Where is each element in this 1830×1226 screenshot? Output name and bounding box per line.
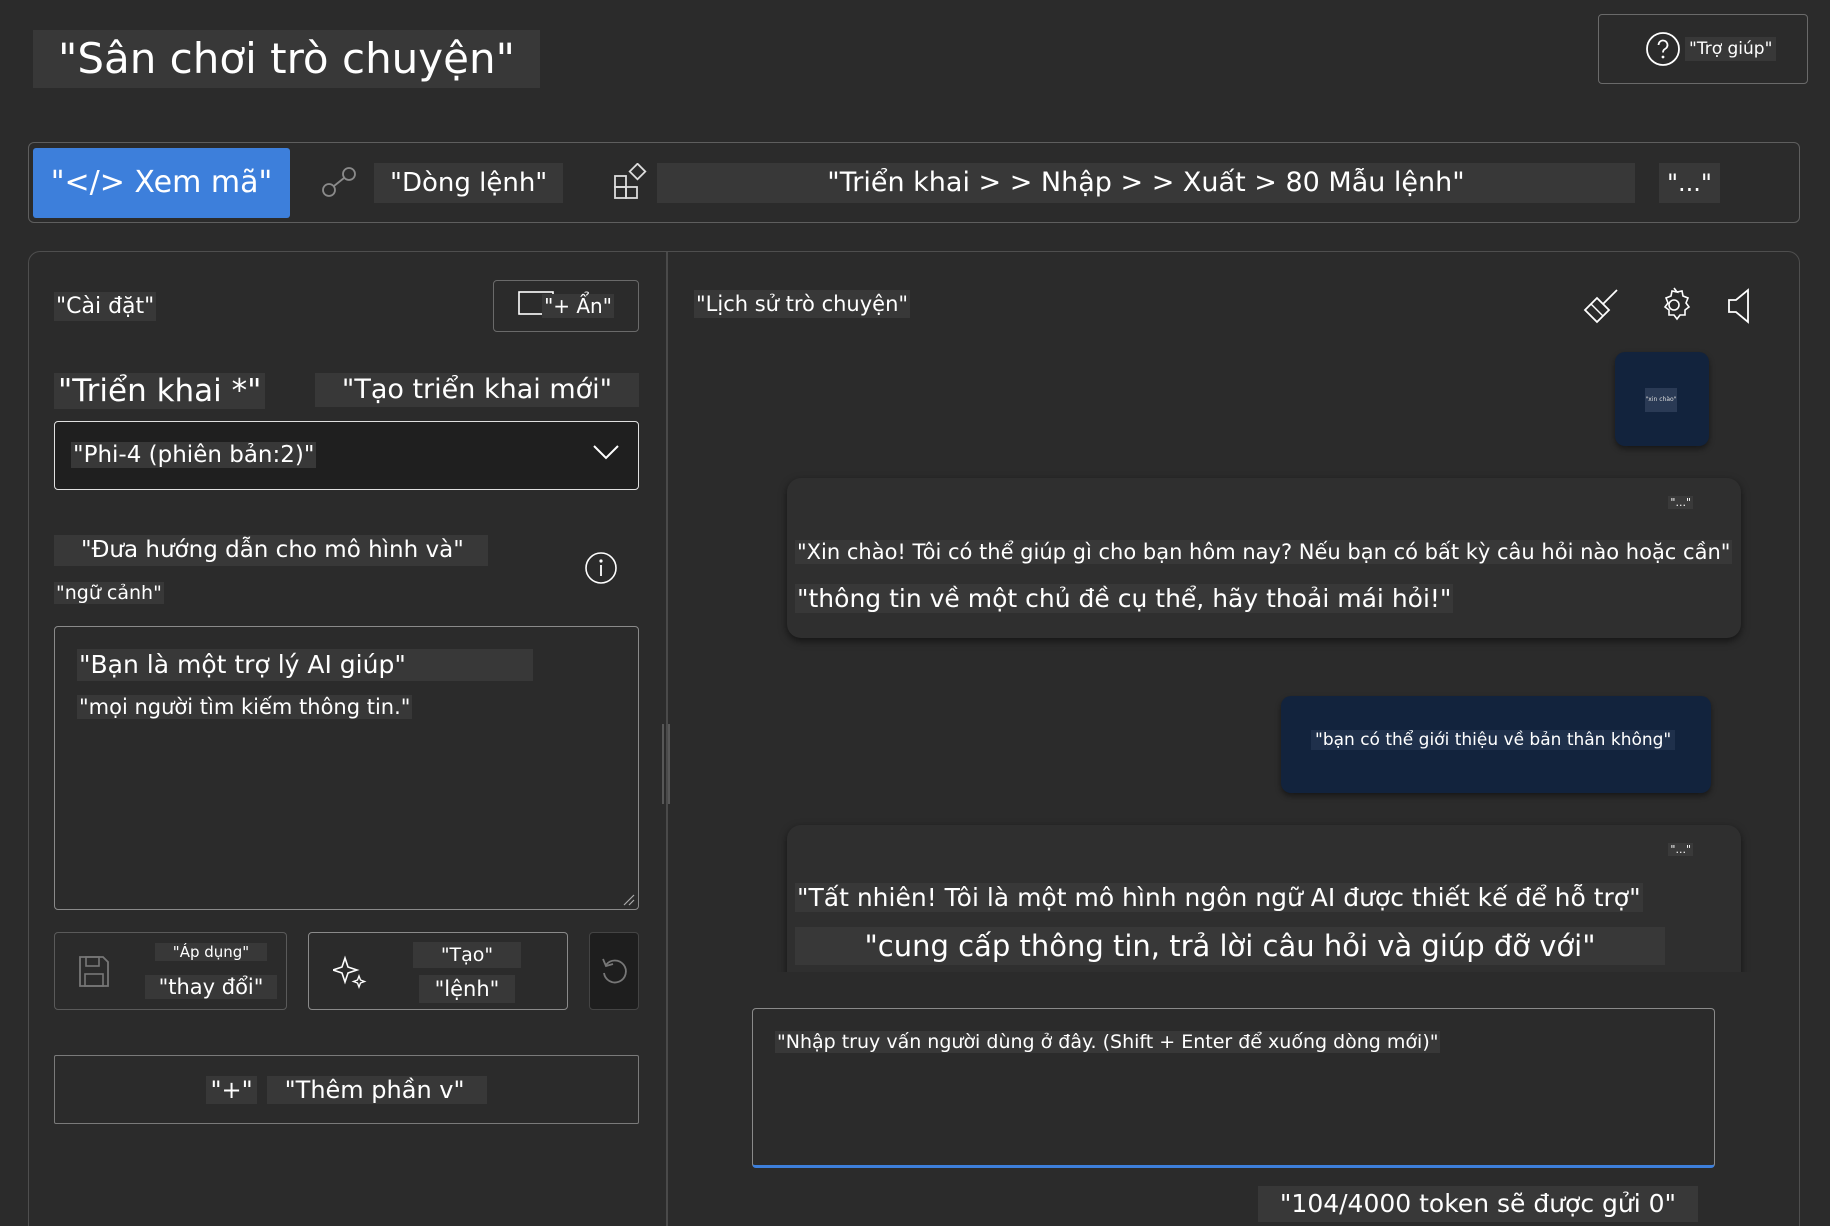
assistant-message: "..." "Tất nhiên! Tôi là một mô hình ngô… [787, 825, 1741, 972]
deployment-select-value: "Phi-4 (phiên bản:2)" [71, 442, 317, 468]
question-circle-icon [1646, 32, 1680, 66]
more-button[interactable]: "..." [1659, 163, 1720, 203]
system-message-line: "mọi người tìm kiếm thông tin." [77, 695, 413, 719]
undo-button[interactable] [589, 932, 639, 1010]
info-icon[interactable] [584, 551, 618, 585]
system-message-textarea[interactable]: "Bạn là một trợ lý AI giúp" "mọi người t… [54, 626, 639, 910]
user-message-text: "bạn có thể giới thiệu về bản thân không… [1311, 730, 1676, 750]
apply-changes-button[interactable]: "Áp dụng" "thay đổi" [54, 932, 287, 1010]
chevron-down-icon [593, 445, 619, 460]
command-line-button[interactable]: "Dòng lệnh" [374, 163, 564, 203]
assistant-message-text: "thông tin về một chủ đề cụ thể, hãy tho… [795, 584, 1454, 613]
settings-title: "Cài đặt" [54, 292, 157, 321]
help-button[interactable]: "Trợ giúp" [1598, 14, 1808, 84]
message-menu-button[interactable]: "..." [1668, 496, 1693, 509]
deployment-select[interactable]: "Phi-4 (phiên bản:2)" [54, 421, 639, 490]
undo-icon [602, 958, 627, 984]
system-message-line: "Bạn là một trợ lý AI giúp" [77, 649, 533, 681]
assistant-message-text: "Xin chào! Tôi có thể giúp gì cho bạn hô… [795, 540, 1733, 564]
generate-label: "Tạo" [413, 942, 521, 968]
message-menu-button[interactable]: "..." [1668, 843, 1693, 856]
resize-grip-icon[interactable] [623, 894, 635, 906]
add-section-button[interactable]: "+" "Thêm phần v" [54, 1055, 639, 1124]
hide-settings-button[interactable]: "+ Ẩn" [493, 280, 639, 332]
breadcrumb[interactable]: "Triển khai > > Nhập > > Xuất > 80 Mẫu l… [657, 163, 1635, 203]
broom-icon[interactable] [1583, 288, 1619, 324]
generate-label-continued: "lệnh" [419, 975, 515, 1003]
user-query-placeholder: "Nhập truy vấn người dùng ở đây. (Shift … [775, 1031, 1441, 1053]
generate-prompt-button[interactable]: "Tạo" "lệnh" [308, 932, 568, 1010]
user-message: "bạn có thể giới thiệu về bản thân không… [1281, 696, 1711, 793]
chat-history-title: "Lịch sử trò chuyện" [694, 290, 911, 318]
apps-grid-icon[interactable] [612, 163, 650, 201]
gear-icon[interactable] [1655, 286, 1693, 324]
hide-label: "+ Ẩn" [542, 294, 614, 318]
instructions-label: "Đưa hướng dẫn cho mô hình và" [54, 535, 488, 566]
assistant-message-text: "Tất nhiên! Tôi là một mô hình ngôn ngữ … [795, 883, 1643, 912]
token-count: "104/4000 token sẽ được gửi 0" [1258, 1186, 1698, 1222]
instructions-label-continued: "ngữ cảnh" [54, 582, 164, 604]
user-query-input[interactable]: "Nhập truy vấn người dùng ở đây. (Shift … [752, 1008, 1715, 1168]
view-code-button[interactable]: "</> Xem mã" [33, 148, 290, 218]
user-message: "xin chào" [1615, 352, 1709, 446]
add-section-label: "Thêm phần v" [266, 1075, 487, 1104]
plus-icon: "+" [206, 1075, 257, 1104]
apply-label: "Áp dụng" [155, 943, 267, 961]
save-icon [79, 956, 109, 987]
toolbar: "</> Xem mã" "Dòng lệnh" "Triển khai > >… [28, 142, 1800, 223]
assistant-message-text: "cung cấp thông tin, trả lời câu hỏi và … [795, 927, 1665, 965]
link-icon[interactable] [320, 165, 358, 199]
speaker-icon[interactable] [1725, 288, 1757, 324]
create-deployment-link[interactable]: "Tạo triển khai mới" [315, 373, 639, 407]
assistant-message: "..." "Xin chào! Tôi có thể giúp gì cho … [787, 478, 1741, 638]
help-label: "Trợ giúp" [1685, 37, 1777, 61]
apply-label-continued: "thay đổi" [145, 975, 277, 999]
page-title: "Sân chơi trò chuyện" [33, 30, 540, 88]
resize-handle[interactable] [661, 724, 671, 804]
user-message-text: "xin chào" [1645, 388, 1677, 412]
deployment-label: "Triển khai *" [54, 373, 266, 409]
chat-history[interactable]: "xin chào" "..." "Xin chào! Tôi có thể g… [671, 332, 1796, 972]
main-panel: "Cài đặt" "+ Ẩn" "Triển khai *" "Tạo tri… [28, 251, 1800, 1226]
sparkle-icon [333, 955, 367, 989]
